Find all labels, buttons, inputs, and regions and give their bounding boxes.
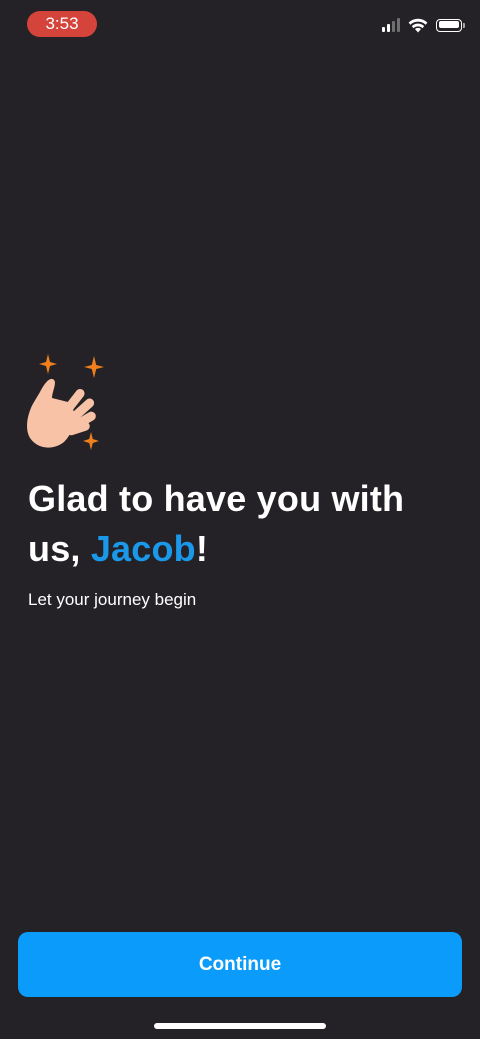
user-name: Jacob [90, 528, 196, 569]
sparkle-icon [83, 432, 99, 450]
signal-bar [397, 18, 400, 32]
continue-button[interactable]: Continue [18, 932, 462, 997]
signal-bar [382, 27, 385, 32]
waving-hand-icon [27, 354, 104, 450]
status-icons [382, 15, 465, 35]
cellular-signal-icon [382, 18, 400, 32]
welcome-headline: Glad to have you with us, Jacob! [28, 474, 458, 574]
status-time: 3:53 [27, 11, 97, 37]
battery-icon [436, 18, 465, 32]
welcome-subtitle: Let your journey begin [28, 590, 197, 609]
home-indicator[interactable] [154, 1023, 326, 1029]
wifi-icon [408, 18, 428, 32]
sparkle-icon [39, 354, 57, 374]
battery-level [438, 21, 459, 28]
signal-bar [387, 24, 390, 32]
signal-bar [392, 21, 395, 32]
status-bar: 3:53 [0, 0, 480, 48]
headline-suffix: ! [195, 528, 209, 569]
headline-prefix: Glad to have you with us, [28, 478, 405, 569]
sparkle-icon [84, 356, 104, 378]
